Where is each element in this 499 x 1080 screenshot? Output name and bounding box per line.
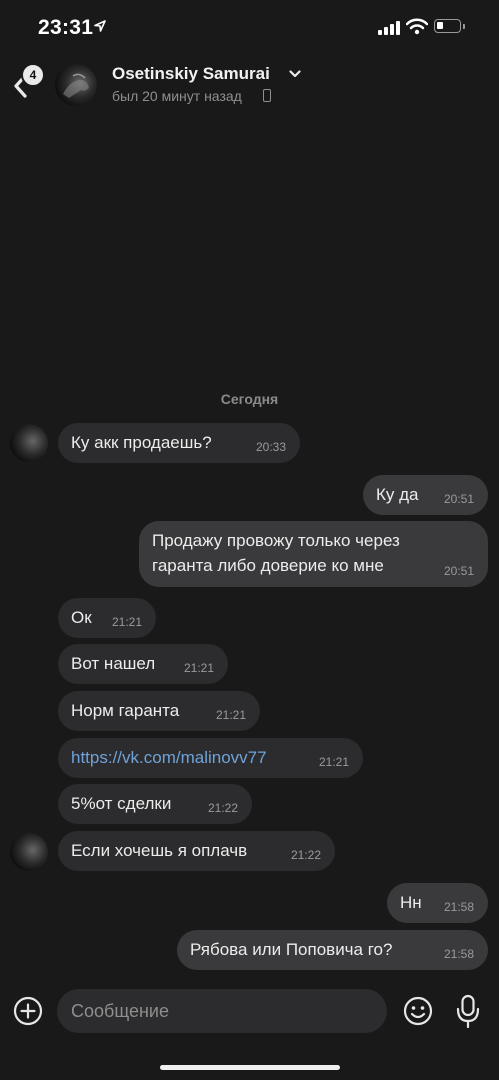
last-seen-status: был 20 минут назад [112, 88, 242, 104]
message-bubble-incoming[interactable]: Если хочешь я оплачв 21:22 [58, 831, 335, 871]
message-time: 21:21 [111, 615, 142, 629]
microphone-icon[interactable] [453, 993, 483, 1029]
chevron-down-icon[interactable] [289, 70, 301, 78]
message-time: 21:22 [207, 801, 238, 815]
message-time: 21:58 [443, 900, 474, 914]
contact-avatar[interactable] [55, 64, 97, 106]
message-bubble-incoming[interactable]: https://vk.com/malinovv77 21:21 [58, 738, 363, 778]
message-text: Ок [71, 608, 92, 627]
battery-level [437, 22, 443, 29]
emoji-icon[interactable] [402, 995, 434, 1027]
message-time: 20:51 [443, 492, 474, 506]
message-text: Вот нашел [71, 654, 156, 673]
date-separator: Сегодня [220, 391, 279, 407]
message-time: 21:58 [443, 947, 474, 961]
status-bar: 23:31 [0, 0, 499, 50]
avatar-image [63, 73, 89, 98]
message-time: 21:21 [215, 708, 246, 722]
message-time: 20:33 [255, 440, 286, 454]
message-composer [0, 985, 499, 1039]
home-indicator [160, 1065, 340, 1070]
message-bubble-outgoing[interactable]: Рябова или Поповича го? 21:58 [177, 930, 488, 970]
message-bubble-incoming[interactable]: Ку акк продаешь? 20:33 [58, 423, 300, 463]
message-bubble-incoming[interactable]: Вот нашел 21:21 [58, 644, 228, 684]
message-text: Норм гаранта [71, 701, 180, 720]
chat-header: 4 Osetinskiy Samurai был 20 минут назад [0, 52, 499, 112]
message-time: 21:21 [318, 755, 349, 769]
message-bubble-incoming[interactable]: Ок 21:21 [58, 598, 156, 638]
message-link[interactable]: https://vk.com/malinovv77 [71, 748, 267, 768]
message-bubble-outgoing[interactable]: Нн 21:58 [387, 883, 488, 923]
message-text: Если хочешь я оплачв [71, 841, 248, 860]
message-text: Продажу провожу только через гаранта либ… [152, 531, 400, 575]
plus-icon[interactable] [12, 995, 44, 1027]
message-time: 21:22 [290, 848, 321, 862]
sender-avatar[interactable] [10, 424, 48, 462]
message-bubble-incoming[interactable]: Норм гаранта 21:21 [58, 691, 260, 731]
message-input[interactable] [57, 989, 387, 1033]
message-text: Рябова или Поповича го? [190, 940, 393, 959]
cellular-signal-icon [378, 21, 400, 35]
message-text: Нн [400, 893, 422, 912]
sender-avatar[interactable] [10, 833, 48, 871]
message-bubble-incoming[interactable]: 5%от сделки 21:22 [58, 784, 252, 824]
location-arrow-icon [94, 20, 106, 32]
battery-cap [463, 24, 465, 29]
message-bubble-outgoing[interactable]: Продажу провожу только через гаранта либ… [139, 521, 488, 587]
mobile-phone-icon [263, 89, 271, 102]
status-time: 23:31 [38, 16, 94, 39]
message-bubble-outgoing[interactable]: Ку да 20:51 [363, 475, 488, 515]
message-time: 20:51 [443, 564, 474, 578]
message-text: Ку да [376, 485, 419, 504]
battery-icon [434, 19, 461, 33]
message-time: 21:21 [183, 661, 214, 675]
unread-count-badge: 4 [21, 63, 45, 87]
message-text: Ку акк продаешь? [71, 433, 212, 452]
contact-name[interactable]: Osetinskiy Samurai [112, 64, 270, 84]
message-text: 5%от сделки [71, 794, 172, 813]
wifi-icon [406, 18, 428, 35]
